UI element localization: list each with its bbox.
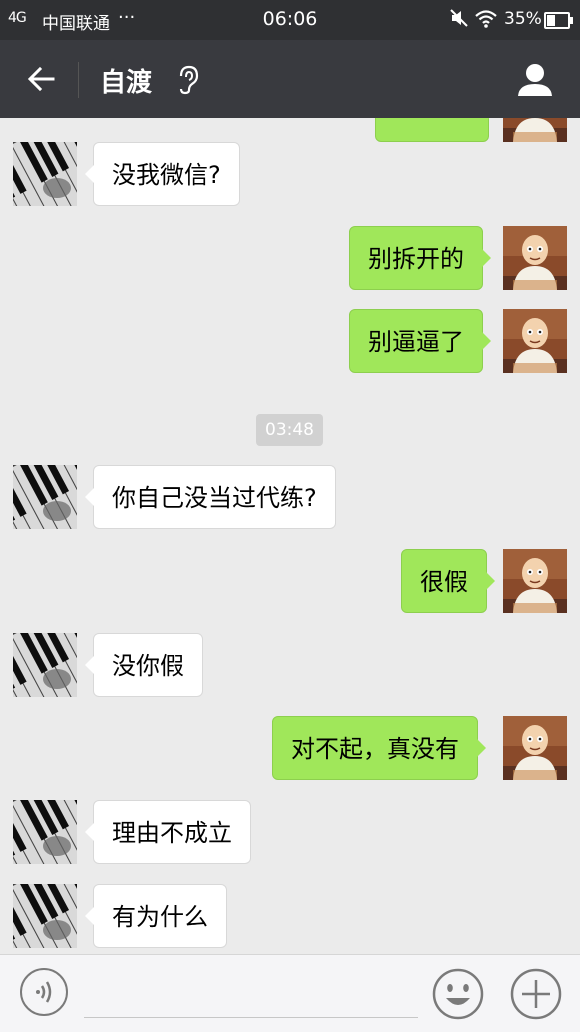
avatar[interactable] [503, 118, 567, 142]
message-bubble[interactable]: 没你假 [85, 633, 203, 697]
person-icon[interactable] [516, 62, 554, 102]
message-bubble[interactable]: 没我微信? [85, 142, 240, 206]
header-divider [78, 62, 79, 98]
avatar[interactable] [503, 309, 567, 373]
avatar[interactable] [503, 226, 567, 290]
voice-icon[interactable] [20, 968, 68, 1016]
chat-header: 自渡 [0, 40, 580, 118]
avatar[interactable] [13, 800, 77, 864]
input-bar [0, 954, 580, 1032]
message-timestamp: 03:48 [256, 414, 323, 446]
message-bubble[interactable]: 很假 [401, 549, 495, 613]
arrow-left-icon[interactable] [26, 64, 56, 98]
battery-percent: 35% [504, 9, 542, 29]
battery-level [547, 15, 555, 26]
avatar[interactable] [13, 465, 77, 529]
message-input[interactable] [84, 971, 418, 1018]
mute-icon [449, 8, 469, 33]
emoji-icon[interactable] [432, 968, 484, 1024]
message-bubble[interactable]: 别逼逼了 [349, 309, 491, 373]
message-list[interactable]: 没我微信? 别拆开的 别逼逼了 03:48 你自己没当过代练? 很假 没你假 对… [0, 118, 580, 954]
plus-icon[interactable] [510, 968, 562, 1024]
chat-title: 自渡 [100, 68, 153, 98]
message-bubble[interactable]: 理由不成立 [85, 800, 251, 864]
avatar[interactable] [13, 633, 77, 697]
ear-icon [176, 65, 200, 99]
message-bubble[interactable]: 你自己没当过代练? [85, 465, 336, 529]
battery-icon [544, 12, 573, 29]
avatar[interactable] [13, 884, 77, 948]
message-bubble-partial[interactable] [375, 118, 497, 142]
message-bubble[interactable]: 别拆开的 [349, 226, 491, 290]
message-bubble[interactable]: 对不起，真没有 [272, 716, 486, 780]
status-bar: 4G 中国联通 ··· 06:06 35% [0, 0, 580, 40]
message-bubble[interactable]: 有为什么 [85, 884, 227, 948]
avatar[interactable] [13, 142, 77, 206]
wifi-icon [474, 9, 498, 33]
avatar[interactable] [503, 549, 567, 613]
avatar[interactable] [503, 716, 567, 780]
